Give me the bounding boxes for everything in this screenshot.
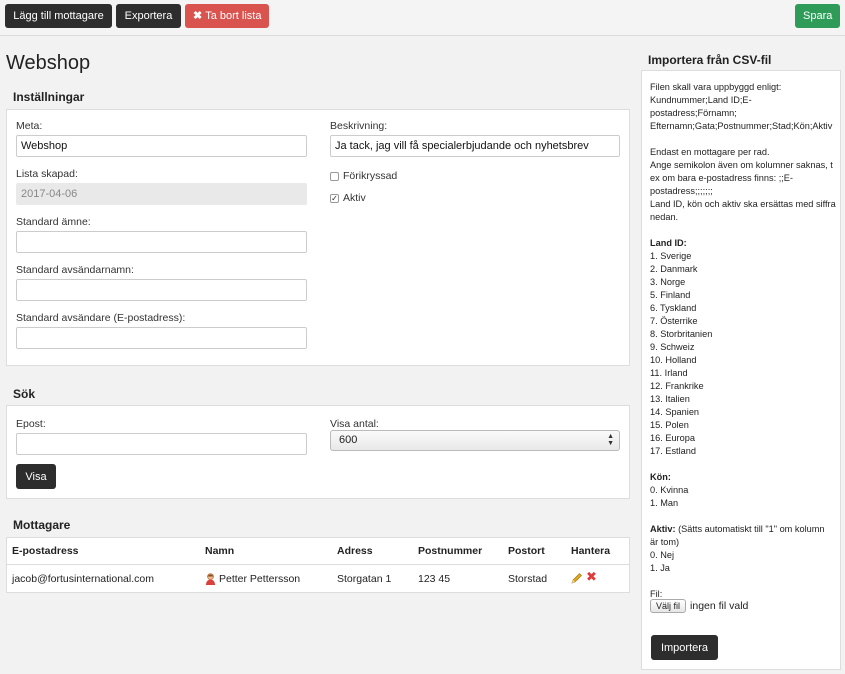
sender-name-input[interactable] [16, 279, 307, 301]
sender-email-input[interactable] [16, 327, 307, 349]
country-item: 1. Sverige [650, 251, 692, 261]
active-item: 0. Nej [650, 550, 675, 560]
active-checkbox[interactable]: ✓ Aktiv [330, 192, 366, 204]
delete-list-button[interactable]: ✖ Ta bort lista [185, 4, 269, 28]
sender-email-label: Standard avsändare (E-postadress): [16, 312, 186, 324]
active-note-text: (Sätts automatiskt till "1" om kolumn [675, 524, 825, 534]
country-item: 15. Polen [650, 420, 689, 430]
close-icon: ✖ [193, 10, 203, 22]
settings-title: Inställningar [13, 90, 85, 104]
instruction-line: Ange semikolon även om kolumner saknas, … [650, 160, 833, 170]
created-label: Lista skapad: [16, 168, 78, 180]
col-header-address: Adress [337, 545, 373, 557]
country-heading: Land ID: [650, 238, 687, 248]
import-instructions: Filen skall vara uppbyggd enligt: Kundnu… [650, 81, 838, 601]
import-title: Importera från CSV-fil [648, 53, 772, 67]
country-item: 2. Danmark [650, 264, 698, 274]
check-icon: ✓ [330, 193, 339, 203]
country-item: 14. Spanien [650, 407, 700, 417]
import-button[interactable]: Importera [651, 635, 718, 660]
checkbox-box [330, 171, 339, 181]
email-search-label: Epost: [16, 418, 46, 430]
count-value: 600 [339, 434, 358, 446]
country-item: 16. Europa [650, 433, 695, 443]
country-item: 6. Tyskland [650, 303, 697, 313]
preselected-checkbox[interactable]: Förikryssad [330, 170, 397, 182]
add-recipient-button[interactable]: Lägg till mottagare [5, 4, 112, 28]
preselected-label: Förikryssad [343, 170, 398, 182]
instruction-line: Endast en mottagare per rad. [650, 147, 770, 157]
count-label: Visa antal: [330, 418, 379, 430]
instruction-line: Filen skall vara uppbyggd enligt: [650, 82, 782, 92]
country-item: 3. Norge [650, 277, 686, 287]
count-select[interactable]: 600 ▲ ▼ [330, 430, 620, 451]
meta-input[interactable] [16, 135, 307, 157]
delete-icon[interactable]: ✖ [586, 570, 597, 583]
instruction-line: postadress;;;;;;; [650, 186, 713, 196]
country-item: 9. Schweiz [650, 342, 695, 352]
recipient-email: jacob@fortusinternational.com [12, 573, 154, 585]
instruction-line: Kundnummer;Land ID;E- [650, 95, 752, 105]
recipient-address: Storgatan 1 [337, 573, 392, 585]
file-picker: Välj fil ingen fil vald [650, 599, 748, 613]
file-status: ingen fil vald [690, 600, 749, 612]
country-item: 8. Storbritanien [650, 329, 713, 339]
sender-name-label: Standard avsändarnamn: [16, 264, 134, 276]
description-input[interactable] [330, 135, 620, 157]
choose-file-button[interactable]: Välj fil [650, 599, 687, 613]
email-search-input[interactable] [16, 433, 307, 455]
instruction-line: ex om bara e-postadress finns: ;;E- [650, 173, 793, 183]
gender-item: 0. Kvinna [650, 485, 689, 495]
country-item: 10. Holland [650, 355, 697, 365]
recipient-city: Storstad [508, 573, 548, 585]
recipients-title: Mottagare [13, 518, 71, 532]
col-header-email: E-postadress [12, 545, 79, 557]
recipient-name-cell: Petter Pettersson [205, 573, 300, 585]
col-header-name: Namn [205, 545, 235, 557]
col-header-zip: Postnummer [418, 545, 483, 557]
active-note: Aktiv: (Sätts automatiskt till "1" om ko… [650, 523, 838, 536]
recipient-name: Petter Pettersson [219, 573, 301, 585]
instruction-line [650, 224, 838, 237]
user-icon [205, 573, 216, 585]
country-item: 12. Frankrike [650, 381, 704, 391]
country-item: 13. Italien [650, 394, 690, 404]
delete-list-label: Ta bort lista [205, 10, 262, 22]
active-heading: Aktiv: [650, 524, 676, 534]
page-title: Webshop [6, 52, 91, 74]
instruction-line: Land ID, kön och aktiv ska ersättas med … [650, 199, 836, 209]
instruction-line: postadress;Förnamn; [650, 108, 737, 118]
created-date-field [16, 183, 307, 205]
edit-pencil-icon[interactable] [571, 572, 583, 587]
country-item: 17. Estland [650, 446, 696, 456]
search-title: Sök [13, 387, 36, 401]
country-item: 7. Österrike [650, 316, 698, 326]
gender-item: 1. Man [650, 498, 679, 508]
gender-heading: Kön: [650, 472, 671, 482]
toolbar: Lägg till mottagare Exportera ✖ Ta bort l… [0, 0, 845, 36]
active-note-cont: är tom) [650, 537, 680, 547]
active-label: Aktiv [343, 192, 366, 204]
recipient-zip: 123 45 [418, 573, 451, 585]
country-item: 11. Irland [650, 368, 688, 378]
subject-label: Standard ämne: [16, 216, 91, 228]
save-button[interactable]: Spara [795, 4, 840, 28]
show-button[interactable]: Visa [16, 464, 56, 489]
table-divider [7, 564, 629, 565]
meta-label: Meta: [16, 120, 43, 132]
export-button[interactable]: Exportera [116, 4, 181, 28]
instruction-line [650, 133, 838, 146]
select-arrows-icon: ▲ ▼ [607, 433, 614, 447]
country-item: 5. Finland [650, 290, 691, 300]
description-label: Beskrivning: [330, 120, 388, 132]
col-header-manage: Hantera [571, 545, 611, 557]
instruction-line: Efternamn;Gata;Postnummer;Stad;Kön;Aktiv [650, 121, 833, 131]
instruction-line: nedan. [650, 212, 679, 222]
subject-input[interactable] [16, 231, 307, 253]
active-item: 1. Ja [650, 563, 670, 573]
col-header-city: Postort [508, 545, 545, 557]
